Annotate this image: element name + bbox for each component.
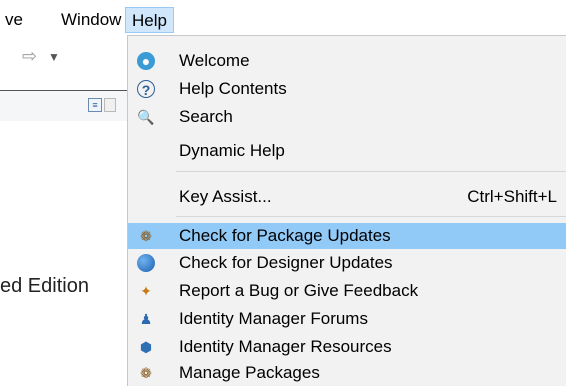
menu-item-resources[interactable]: ⬢ Identity Manager Resources [128, 334, 566, 360]
tree-view-icon[interactable]: ≡ [88, 98, 102, 112]
shortcut-label: Ctrl+Shift+L [467, 187, 557, 206]
menu-item-label: Identity Manager Resources [179, 337, 392, 356]
menu-separator [176, 171, 566, 172]
menu-item-key-assist[interactable]: Key Assist... Ctrl+Shift+L [128, 184, 566, 210]
menu-item-label: Help Contents [179, 79, 287, 98]
menu-item-report-bug[interactable]: ✦ Report a Bug or Give Feedback [128, 278, 566, 304]
help-contents-icon: ? [137, 80, 155, 98]
menu-item-label: Identity Manager Forums [179, 309, 368, 328]
menu-item-welcome[interactable]: ● Welcome [128, 48, 566, 74]
globe-icon [137, 254, 155, 272]
welcome-icon: ● [137, 52, 155, 70]
package-updates-icon: ❁ [140, 228, 152, 244]
bug-icon: ✦ [140, 283, 152, 299]
menu-item-label: Report a Bug or Give Feedback [179, 281, 419, 300]
menu-item-label: Welcome [179, 51, 250, 70]
edition-text: ed Edition [0, 275, 89, 297]
menu-item-label: Check for Designer Updates [179, 253, 393, 272]
toolbar: ⇨ ▼ [0, 46, 130, 86]
menu-window[interactable]: Window [56, 10, 126, 30]
menu-separator [176, 216, 566, 217]
menu-item-check-package-updates[interactable]: ❁ Check for Package Updates [128, 223, 566, 249]
forward-arrow-icon[interactable]: ⇨ [22, 46, 37, 67]
forums-icon: ♟ [139, 311, 153, 327]
menu-item-manage-packages[interactable]: ❁ Manage Packages [128, 360, 566, 386]
chevron-down-icon[interactable]: ▼ [48, 50, 60, 64]
menu-item-dynamic-help[interactable]: Dynamic Help [128, 138, 566, 164]
menu-item-search[interactable]: 🔍 Search [128, 104, 566, 130]
menu-bar: ve Window Help [0, 0, 566, 36]
resources-icon: ⬢ [139, 339, 153, 355]
manage-packages-icon: ❁ [140, 365, 152, 381]
menu-item-forums[interactable]: ♟ Identity Manager Forums [128, 306, 566, 332]
search-icon: 🔍 [137, 109, 155, 125]
menu-help[interactable]: Help [125, 7, 174, 33]
menu-navigate[interactable]: ve [0, 10, 28, 30]
panel-icon[interactable] [104, 98, 116, 112]
menu-item-label: Manage Packages [179, 363, 320, 382]
menu-item-check-designer-updates[interactable]: Check for Designer Updates [128, 250, 566, 276]
menu-item-label: Search [179, 107, 233, 126]
menu-item-label: Dynamic Help [179, 141, 285, 160]
menu-item-help-contents[interactable]: ? Help Contents [128, 76, 566, 102]
menu-item-label: Check for Package Updates [179, 226, 391, 245]
menu-item-label: Key Assist... [179, 187, 272, 206]
help-menu: ● Welcome ? Help Contents 🔍 Search Dynam… [127, 35, 566, 386]
